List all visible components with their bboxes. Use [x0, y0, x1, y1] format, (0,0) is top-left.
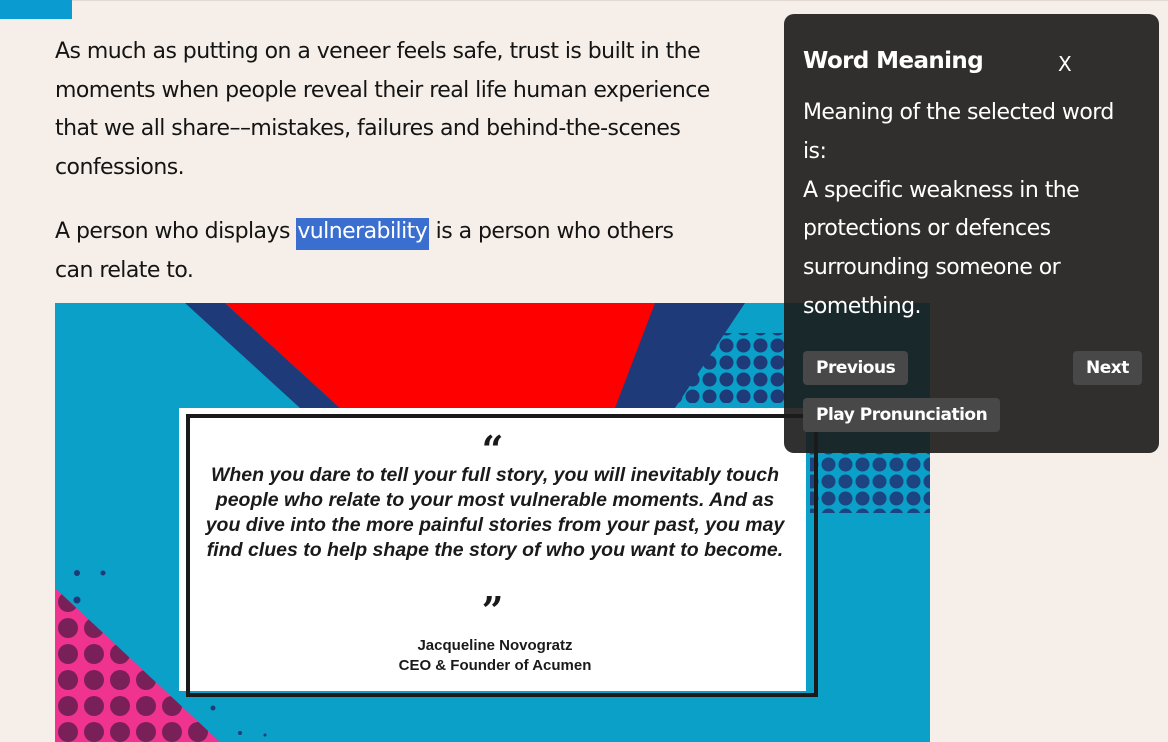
top-divider — [72, 0, 1168, 1]
popup-definition: Meaning of the selected word is: A specif… — [803, 94, 1143, 327]
close-button[interactable]: X — [1058, 52, 1072, 76]
definition-intro: Meaning of the selected word is: — [803, 100, 1114, 164]
next-button[interactable]: Next — [1073, 351, 1142, 385]
popup-title: Word Meaning — [803, 48, 984, 74]
quote-author-role: CEO & Founder of Acumen — [398, 657, 592, 674]
article-paragraph-2: A person who displays vulnerability is a… — [55, 213, 715, 290]
definition-text: A specific weakness in the protections o… — [803, 177, 1080, 319]
play-pronunciation-button[interactable]: Play Pronunciation — [803, 398, 1001, 432]
selected-word[interactable]: vulnerability — [296, 218, 430, 250]
quote-author: Jacqueline Novogratz — [417, 637, 573, 654]
quote-text: When you dare to tell your full story, y… — [205, 464, 785, 561]
article-paragraph-1: As much as putting on a veneer feels saf… — [55, 39, 710, 181]
top-accent-bar — [0, 0, 72, 19]
paragraph-text-before: A person who displays — [55, 219, 297, 244]
close-quote-mark: ” — [481, 588, 504, 633]
previous-button[interactable]: Previous — [803, 351, 909, 385]
word-meaning-popup: Word Meaning X Meaning of the selected w… — [784, 14, 1159, 453]
